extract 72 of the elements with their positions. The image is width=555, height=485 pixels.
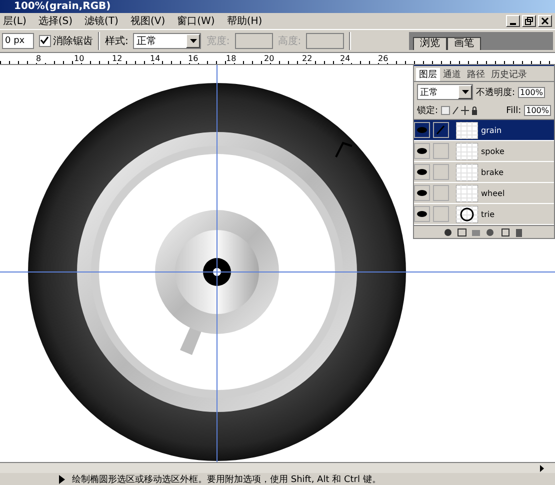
layer-name: wheel <box>481 188 505 198</box>
anti-alias-checkbox[interactable] <box>39 35 51 47</box>
ruler-number: 20 <box>264 54 276 63</box>
menu-item[interactable]: 选择(S) <box>38 14 73 28</box>
layer-row[interactable]: brake <box>414 162 554 183</box>
palette-tab[interactable]: 浏览 <box>413 37 447 50</box>
status-arrow-icon[interactable] <box>58 474 66 484</box>
style-dropdown[interactable]: 正常 <box>133 33 202 49</box>
status-text: 绘制椭圆形选区或移动选区外框。要用附加选项，使用 Shift, Alt 和 Ctrl 键。 <box>72 474 381 485</box>
ruler-number: 18 <box>226 54 238 63</box>
menu-item[interactable]: 帮助(H) <box>226 14 262 28</box>
menu-item[interactable]: 窗口(W) <box>177 14 215 28</box>
layer-name: grain <box>481 126 502 134</box>
dropdown-arrow-icon <box>462 90 468 94</box>
layer-thumbnail <box>456 122 478 138</box>
menu-item[interactable]: 滤镜(T) <box>84 14 118 28</box>
opacity-field[interactable]: 100% <box>518 86 545 98</box>
eye-icon[interactable] <box>414 143 430 159</box>
style-label: 样式: <box>105 34 128 48</box>
fill-label: Fill: <box>506 106 522 116</box>
layer-thumbnail <box>456 206 478 222</box>
ruler-number: 26 <box>378 54 390 63</box>
layer-row[interactable]: wheel <box>414 183 554 204</box>
layer-name: brake <box>481 168 504 176</box>
dropdown-arrow-icon <box>190 39 197 43</box>
layer-name: trie <box>481 210 495 218</box>
panel-tab[interactable]: 通道 <box>440 68 464 81</box>
height-label: 高度: <box>278 34 302 48</box>
palette-tab[interactable]: 画笔 <box>447 37 481 50</box>
window-title: 100%(grain,RGB) <box>14 1 111 12</box>
ruler-number: 10 <box>74 54 86 63</box>
lock-options-icon[interactable] <box>441 106 478 115</box>
panel-tab[interactable]: 历史记录 <box>488 68 530 81</box>
ruler-number: 12 <box>112 54 124 63</box>
brush-icon <box>436 125 446 135</box>
layer-row[interactable]: trie <box>414 204 554 225</box>
layer-actions-icon[interactable] <box>444 228 524 236</box>
restore-button[interactable] <box>522 15 536 27</box>
ruler-number: 16 <box>188 54 200 63</box>
feather-field[interactable]: 0 px <box>2 33 34 49</box>
layer-thumbnail <box>456 142 478 160</box>
eye-icon[interactable] <box>414 185 430 201</box>
eye-icon[interactable] <box>414 164 430 180</box>
close-button[interactable] <box>538 15 552 27</box>
layer-name: spoke <box>481 146 504 156</box>
layer-thumbnail <box>456 164 478 180</box>
width-field[interactable] <box>234 33 273 49</box>
minimize-button[interactable] <box>506 15 520 27</box>
width-label: 宽度: <box>206 34 230 48</box>
ruler-number: 8 <box>36 54 48 63</box>
close-icon <box>541 17 549 25</box>
menu-item[interactable]: 层(L) <box>3 14 26 28</box>
restore-icon <box>525 17 533 25</box>
layer-row[interactable]: grain <box>414 120 554 141</box>
fill-field[interactable]: 100% <box>524 105 551 116</box>
panel-tab[interactable]: 图层 <box>416 68 440 81</box>
panel-tab[interactable]: 路径 <box>464 68 488 81</box>
link-slot[interactable] <box>433 122 449 138</box>
ruler-number: 24 <box>340 54 352 63</box>
ruler-number: 14 <box>150 54 162 63</box>
ruler-number: 22 <box>302 54 314 63</box>
anti-alias-label: 消除锯齿 <box>53 34 93 48</box>
height-field[interactable] <box>306 33 344 49</box>
menu-item[interactable]: 视图(V) <box>130 14 166 28</box>
eye-icon[interactable] <box>414 122 430 138</box>
horizontal-scrollbar[interactable] <box>0 462 555 473</box>
opacity-label: 不透明度: <box>476 86 516 98</box>
layer-thumbnail <box>456 184 478 202</box>
layer-row[interactable]: spoke <box>414 141 554 162</box>
lock-label: 锁定: <box>417 104 438 117</box>
eye-icon[interactable] <box>414 206 430 222</box>
blend-mode-dropdown[interactable]: 正常 <box>417 84 473 100</box>
